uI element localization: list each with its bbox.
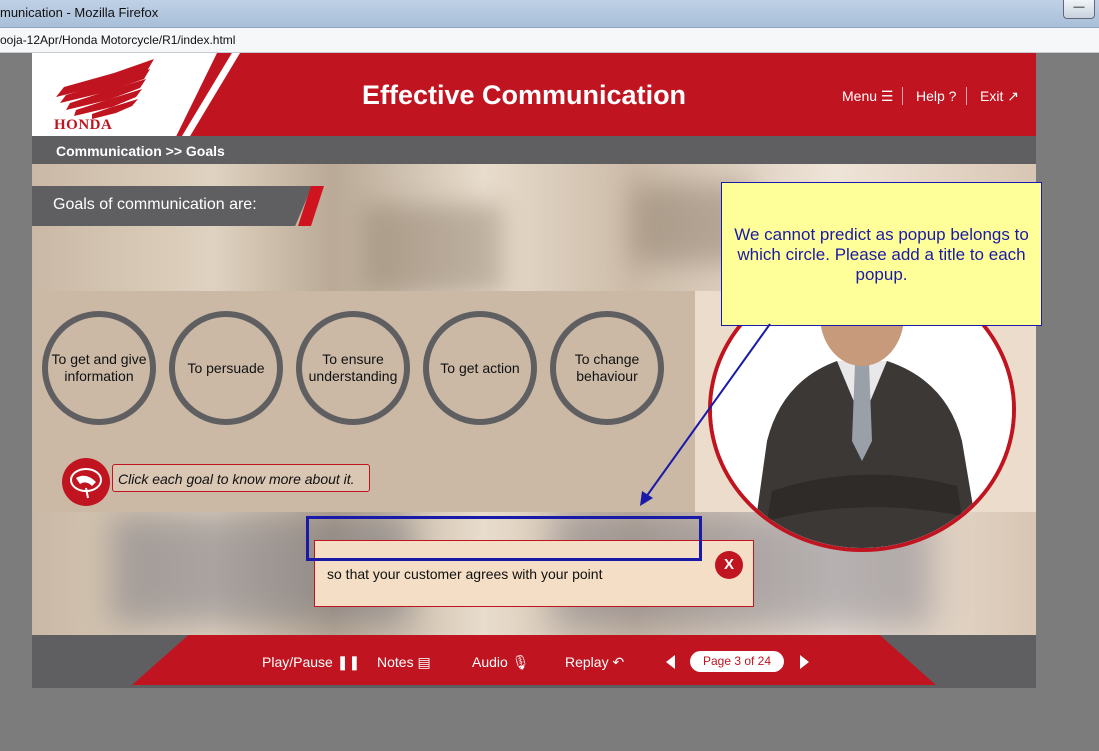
- nav-divider: [966, 87, 967, 105]
- instruction-box: Click each goal to know more about it.: [112, 464, 370, 492]
- audio-button[interactable]: Audio 🎙: [472, 654, 529, 671]
- breadcrumb-bar: Communication >> Goals: [32, 136, 1036, 164]
- goals-panel: To get and give information To persuade …: [32, 291, 695, 512]
- goal-circle-persuade[interactable]: To persuade: [169, 311, 283, 425]
- replay-button[interactable]: Replay ↶: [565, 654, 624, 671]
- scene-blur: [362, 204, 502, 294]
- goals-heading: Goals of communication are:: [53, 196, 257, 213]
- review-comment-note: We cannot predict as popup belongs to wh…: [721, 182, 1042, 326]
- goal-circle-understanding[interactable]: To ensure understanding: [296, 311, 410, 425]
- review-highlight-box: [306, 516, 702, 561]
- instruction-text: Click each goal to know more about it.: [118, 471, 355, 487]
- page-indicator: Page 3 of 24: [690, 651, 784, 672]
- review-comment-text: We cannot predict as popup belongs to wh…: [734, 225, 1029, 284]
- minimize-button[interactable]: —: [1063, 0, 1095, 19]
- help-button[interactable]: Help ?: [916, 88, 956, 104]
- click-hand-icon: [62, 458, 110, 506]
- popup-text: so that your customer agrees with your p…: [327, 566, 603, 582]
- next-page-icon[interactable]: [800, 655, 809, 669]
- course-header: HONDA Effective Communication Menu ☰ Hel…: [32, 53, 1036, 136]
- exit-button[interactable]: Exit ↗: [980, 88, 1019, 105]
- play-pause-button[interactable]: Play/Pause ❚❚: [262, 654, 360, 671]
- address-bar[interactable]: ooja-12Apr/Honda Motorcycle/R1/index.htm…: [0, 28, 1099, 53]
- goal-circle-behaviour[interactable]: To change behaviour: [550, 311, 664, 425]
- menu-button[interactable]: Menu ☰: [842, 88, 893, 105]
- course-player: HONDA Effective Communication Menu ☰ Hel…: [32, 53, 1036, 688]
- goals-heading-box: Goals of communication are:: [32, 186, 312, 226]
- course-title: Effective Communication: [362, 80, 687, 110]
- nav-divider: [902, 87, 903, 105]
- wing-icon: [56, 59, 154, 119]
- browser-titlebar: munication - Mozilla Firefox —: [0, 0, 1099, 28]
- window-title: munication - Mozilla Firefox: [0, 5, 159, 20]
- goal-circle-information[interactable]: To get and give information: [42, 311, 156, 425]
- previous-page-icon[interactable]: [666, 655, 675, 669]
- breadcrumb: Communication >> Goals: [56, 143, 225, 159]
- brand-wordmark: HONDA: [54, 117, 113, 133]
- close-button[interactable]: X: [715, 551, 743, 579]
- goal-circle-action[interactable]: To get action: [423, 311, 537, 425]
- notes-button[interactable]: Notes ▤: [377, 654, 431, 671]
- url-text: ooja-12Apr/Honda Motorcycle/R1/index.htm…: [0, 33, 236, 47]
- footer-controls-bg: [132, 635, 936, 685]
